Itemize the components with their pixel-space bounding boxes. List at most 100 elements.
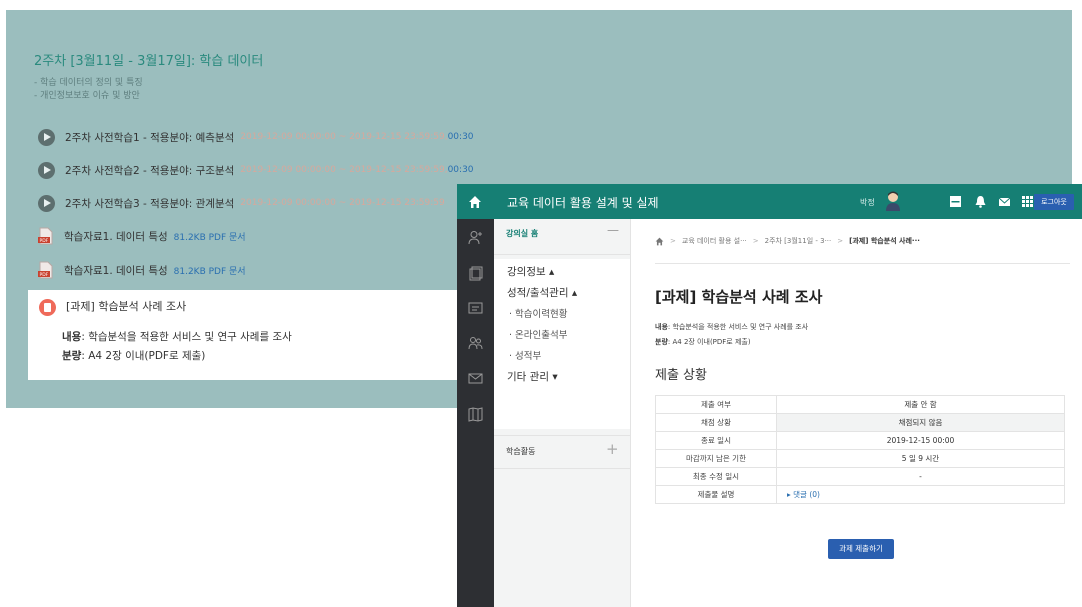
week-desc-line: - 학습 데이터의 정의 및 특징 [34,78,143,88]
resource-period: 2019-12-09 00:00:00 ~ 2019-12-15 23:59:5… [240,198,445,208]
nav-item-course-info[interactable]: 강의정보 ▴ [507,264,554,279]
resource-title[interactable]: 2주차 사전학습2 - 적용분야: 구조분석 [65,163,234,178]
page-title: [과제] 학습분석 사례 조사 [655,288,823,306]
logout-button[interactable]: 로그아웃 [1034,194,1074,210]
submit-assignment-button[interactable]: 과제 제출하기 [828,539,894,559]
breadcrumb-item[interactable]: 2주차 [3월11일 - 3··· [765,236,832,246]
nav-activities-header[interactable]: 학습활동 + [494,435,630,469]
bell-icon[interactable] [974,195,987,208]
icon-rail [457,219,494,607]
resource-title[interactable]: 2주차 사전학습1 - 적용분야: 예측분석 [65,130,234,145]
svg-text:PDF: PDF [40,238,49,244]
divider [655,263,1070,264]
amount-text: : A4 2장 이내(PDF로 제출) [667,338,751,346]
row-value: 제출 안 함 [776,395,1065,414]
week-desc-line: - 개인정보보호 이슈 및 방안 [34,91,140,101]
avatar[interactable] [885,191,901,211]
user-name[interactable]: 박정 [860,197,875,208]
mail-icon[interactable] [998,195,1011,208]
nav-item-grades[interactable]: 성적/출석관리 ▴ [507,285,577,300]
row-value: 채점되지 않음 [776,413,1065,432]
copy-icon[interactable] [468,266,483,281]
resource-size: 81.2KB PDF 문서 [173,232,246,243]
content-text: : 학습분석을 적용한 서비스 및 연구 사례를 조사 [667,323,809,331]
assignment-highlight[interactable]: [과제] 학습분석 사례 조사 내용: 학습분석을 적용한 서비스 및 연구 사… [28,290,474,380]
row-label: 제출 여부 [655,395,777,414]
assignment-amount: 분량: A4 2장 이내(PDF로 제출) [655,337,751,347]
board-icon[interactable] [468,301,483,316]
nav-item-learning-status[interactable]: · 학습이력현황 [509,306,567,320]
pdf-icon: PDF [38,261,54,279]
assignment-content: 내용: 학습분석을 적용한 서비스 및 연구 사례를 조사 [62,329,292,344]
home-icon [469,195,481,208]
nav-item-other[interactable]: 기타 관리 ▾ [507,369,558,384]
row-value: 2019-12-15 00:00 [776,431,1065,450]
pdf-icon: PDF [38,227,54,245]
nav-item-online-attendance[interactable]: · 온라인출석부 [509,327,567,341]
resource-item[interactable]: 2주차 사전학습2 - 적용분야: 구조분석 2019-12-09 00:00:… [38,160,474,180]
content-label: 내용 [655,323,668,331]
calendar-icon[interactable] [949,195,962,208]
breadcrumb-item[interactable]: 교육 데이터 활용 설··· [682,236,747,246]
amount-label: 분량 [62,350,82,362]
nav-header: 강의실 홈 — [494,219,630,255]
resource-period: 2019-12-09 00:00:00 ~ 2019-12-15 23:59:5… [240,165,448,175]
assignment-content: 내용: 학습분석을 적용한 서비스 및 연구 사례를 조사 [655,322,808,332]
home-icon[interactable] [655,237,664,246]
breadcrumb-separator: > [670,237,676,245]
play-icon [38,194,55,212]
row-value: - [776,467,1065,486]
resource-item[interactable]: 2주차 사전학습1 - 적용분야: 예측분석 2019-12-09 00:00:… [38,127,474,147]
resource-item[interactable]: PDF 학습자료1. 데이터 특성 81.2KB PDF 문서 [38,260,246,280]
breadcrumb-separator: > [752,237,759,245]
assignment-window: 교육 데이터 활용 설계 및 실제 박정 로그아웃 강의실 홈 — 강의정보 ▴… [457,184,1082,607]
resource-title[interactable]: 학습자료1. 데이터 특성 [64,263,168,278]
nav-menu: 강의정보 ▴ 성적/출석관리 ▴ · 학습이력현황 · 온라인출석부 · 성적부… [494,259,630,429]
row-label: 마감까지 남은 기한 [655,449,777,468]
table-row: 채점 상황 채점되지 않음 [655,413,1065,432]
users-icon[interactable] [468,336,483,351]
row-label: 제출물 설명 [655,485,777,504]
nav-item-grade-book[interactable]: · 성적부 [509,348,541,362]
submission-status-heading: 제출 상황 [655,368,707,383]
resource-item[interactable]: 2주차 사전학습3 - 적용분야: 관계분석 2019-12-09 00:00:… [38,193,445,213]
breadcrumb: > 교육 데이터 활용 설··· > 2주차 [3월11일 - 3··· > [… [655,236,920,246]
collapse-button[interactable]: — [607,223,619,237]
book-icon[interactable] [468,407,483,422]
row-label: 최종 수정 일시 [655,467,777,486]
amount-label: 분량 [655,338,668,346]
nav-activities-label[interactable]: 학습활동 [506,446,535,457]
row-label: 채점 상황 [655,413,777,432]
course-title[interactable]: 교육 데이터 활용 설계 및 실제 [507,194,659,211]
resource-duration: 00:30 [447,132,474,142]
play-icon [38,161,55,179]
apps-grid-icon[interactable] [1021,195,1034,208]
resource-title[interactable]: 학습자료1. 데이터 특성 [64,229,168,244]
comments-link[interactable]: ▸ 댓글 (0) [776,485,1065,504]
assignment-icon [39,299,56,316]
assignment-amount: 분량: A4 2장 이내(PDF로 제출) [62,348,205,363]
course-nav: 강의실 홈 — 강의정보 ▴ 성적/출석관리 ▴ · 학습이력현황 · 온라인출… [494,219,631,607]
breadcrumb-separator: > [837,237,844,245]
breadcrumb-current: [과제] 학습분석 사례··· [849,237,920,245]
play-icon [38,128,55,146]
week-title: 2주차 [3월11일 - 3월17일]: 학습 데이터 [34,54,264,69]
table-row: 마감까지 남은 기한 5 일 9 시간 [655,449,1065,468]
nav-home-link[interactable]: 강의실 홈 [506,228,538,239]
home-button[interactable] [457,184,493,219]
svg-text:PDF: PDF [40,272,49,278]
table-row: 제출물 설명 ▸ 댓글 (0) [655,485,1065,504]
assignment-title[interactable]: [과제] 학습분석 사례 조사 [66,298,186,314]
resource-item[interactable]: PDF 학습자료1. 데이터 특성 81.2KB PDF 문서 [38,226,246,246]
table-row: 최종 수정 일시 - [655,467,1065,486]
message-icon[interactable] [468,371,483,386]
week-description: - 학습 데이터의 정의 및 특징 - 개인정보보호 이슈 및 방안 [34,77,143,103]
person-icon[interactable] [468,230,483,245]
resource-title[interactable]: 2주차 사전학습3 - 적용분야: 관계분석 [65,196,234,211]
resource-duration: 00:30 [447,165,474,175]
expand-button[interactable]: + [606,440,619,458]
row-value: 5 일 9 시간 [776,449,1065,468]
submission-status-table: 제출 여부 제출 안 함 채점 상황 채점되지 않음 종료 일시 2019-12-15… [655,395,1065,504]
content-text: : 학습분석을 적용한 서비스 및 연구 사례를 조사 [81,331,292,343]
resource-size: 81.2KB PDF 문서 [173,266,246,277]
